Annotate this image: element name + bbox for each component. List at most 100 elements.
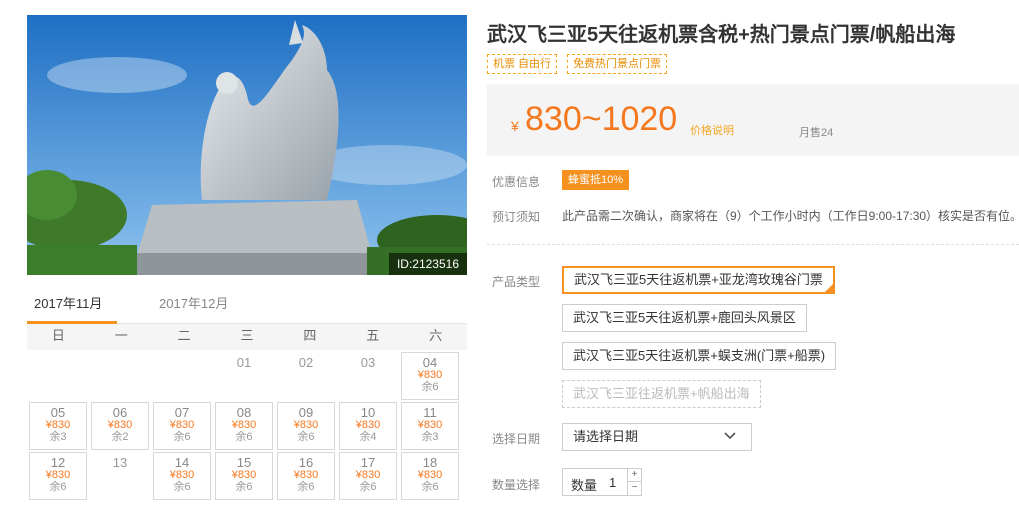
calendar-day-price: ¥830 bbox=[169, 419, 195, 431]
calendar-day-number: 17 bbox=[360, 455, 376, 470]
calendar-day-stock: 余4 bbox=[359, 431, 377, 443]
product-type-label: 产品类型 bbox=[492, 275, 541, 289]
quantity-stepper: 数量 1 + − bbox=[562, 468, 642, 496]
calendar-day-price: ¥830 bbox=[355, 419, 381, 431]
quantity-label: 数量选择 bbox=[492, 478, 541, 492]
calendar-day-price: ¥830 bbox=[293, 419, 319, 431]
calendar-day-price: ¥830 bbox=[169, 469, 195, 481]
monthly-sales: 月售24 bbox=[799, 127, 834, 139]
calendar-day-04[interactable]: 04 ¥830 余6 bbox=[401, 352, 459, 400]
calendar-day-number: 04 bbox=[422, 355, 438, 370]
calendar-day-stock: 余6 bbox=[49, 481, 67, 493]
calendar-day-number: 13 bbox=[112, 455, 128, 470]
calendar-day-number: 11 bbox=[423, 405, 437, 420]
date-select-placeholder: 请选择日期 bbox=[573, 429, 639, 444]
calendar-day-number: 06 bbox=[112, 405, 128, 420]
promo-badge: 蜂蜜抵10% bbox=[562, 170, 630, 190]
weekday-fri: 五 bbox=[366, 328, 380, 343]
weekday-sat: 六 bbox=[429, 328, 443, 343]
calendar-day-number: 14 bbox=[174, 455, 190, 470]
calendar-day-price: ¥830 bbox=[355, 469, 381, 481]
calendar-day-empty bbox=[89, 352, 151, 400]
calendar-week-row: 01 02 03 04 ¥830 余6 bbox=[27, 352, 467, 402]
calendar-day-06[interactable]: 06 ¥830 余2 bbox=[91, 402, 149, 450]
calendar-day-price: ¥830 bbox=[293, 469, 319, 481]
product-option-luhuitou[interactable]: 武汉飞三亚5天往返机票+鹿回头风景区 bbox=[562, 304, 807, 332]
booking-notice-label: 预订须知 bbox=[492, 210, 541, 224]
date-select[interactable]: 请选择日期 bbox=[562, 423, 752, 451]
date-label: 选择日期 bbox=[492, 432, 541, 446]
product-tags: 机票 自由行 免费热门景点门票 bbox=[487, 54, 677, 74]
statue-image bbox=[27, 15, 467, 275]
calendar-day-17[interactable]: 17 ¥830 余6 bbox=[339, 452, 397, 500]
calendar-day-stock: 余6 bbox=[297, 431, 315, 443]
tag-free-tickets: 免费热门景点门票 bbox=[567, 54, 668, 74]
weekday-sun: 日 bbox=[51, 328, 65, 343]
calendar-day-number: 05 bbox=[50, 405, 66, 420]
calendar-day-12[interactable]: 12 ¥830 余6 bbox=[29, 452, 87, 500]
chevron-down-icon bbox=[724, 432, 736, 440]
calendar-day-number: 01 bbox=[236, 355, 252, 370]
calendar-day-stock: 余2 bbox=[111, 431, 129, 443]
weekday-tue: 二 bbox=[177, 328, 191, 343]
price-range: 830~1020 bbox=[525, 100, 678, 138]
calendar-day-01: 01 bbox=[213, 352, 275, 400]
calendar-week-row: 12 ¥830 余6 13 14 ¥830 余6 15 ¥830 余6 16 ¥830 余6 17 ¥830… bbox=[27, 452, 467, 502]
calendar-day-number: 15 bbox=[236, 455, 252, 470]
calendar-day-07[interactable]: 07 ¥830 余6 bbox=[153, 402, 211, 450]
calendar-day-price: ¥830 bbox=[231, 469, 257, 481]
booking-notice-text: 此产品需二次确认，商家将在（9）个工作小时内（工作日9:00-17:30）核实是… bbox=[562, 209, 1019, 223]
price-currency: ¥ bbox=[511, 118, 519, 134]
image-id-label: ID:2123516 bbox=[388, 253, 467, 275]
calendar-day-05[interactable]: 05 ¥830 余3 bbox=[29, 402, 87, 450]
calendar-day-number: 12 bbox=[50, 455, 66, 470]
product-option-wuzhizhou[interactable]: 武汉飞三亚5天往返机票+蜈支洲(门票+船票) bbox=[562, 342, 837, 370]
calendar-month-tabs: 2017年11月 2017年12月 bbox=[27, 292, 467, 324]
tab-month-november[interactable]: 2017年11月 bbox=[27, 292, 117, 324]
calendar-day-empty bbox=[27, 352, 89, 400]
calendar-day-11[interactable]: 11 ¥830 余3 bbox=[401, 402, 459, 450]
price-panel: ¥ 830~1020 价格说明 月售24 bbox=[487, 84, 1019, 156]
calendar-grid: 01 02 03 04 ¥830 余6 05 ¥830 余3 06 ¥830 余2 07 ¥830 余6 08… bbox=[27, 352, 467, 502]
tab-month-december[interactable]: 2017年12月 bbox=[159, 292, 228, 324]
calendar-day-13: 13 bbox=[89, 452, 151, 500]
calendar-day-number: 09 bbox=[298, 405, 314, 420]
calendar-day-10[interactable]: 10 ¥830 余4 bbox=[339, 402, 397, 450]
calendar-day-number: 18 bbox=[422, 455, 438, 470]
calendar-day-09[interactable]: 09 ¥830 余6 bbox=[277, 402, 335, 450]
weekday-thu: 四 bbox=[303, 328, 317, 343]
weekday-wed: 三 bbox=[240, 328, 254, 343]
tag-flight-free-travel: 机票 自由行 bbox=[487, 54, 558, 74]
calendar-day-stock: 余6 bbox=[173, 481, 191, 493]
calendar-day-number: 02 bbox=[298, 355, 314, 370]
calendar-day-08[interactable]: 08 ¥830 余6 bbox=[215, 402, 273, 450]
calendar-day-stock: 余3 bbox=[421, 431, 439, 443]
product-photo[interactable]: ID:2123516 bbox=[27, 15, 467, 275]
calendar-day-18[interactable]: 18 ¥830 余6 bbox=[401, 452, 459, 500]
calendar-day-16[interactable]: 16 ¥830 余6 bbox=[277, 452, 335, 500]
quantity-minus-button[interactable]: − bbox=[627, 482, 641, 495]
calendar-week-row: 05 ¥830 余3 06 ¥830 余2 07 ¥830 余6 08 ¥830 余6 09 ¥830 余6… bbox=[27, 402, 467, 452]
quantity-plus-button[interactable]: + bbox=[627, 469, 641, 482]
section-divider bbox=[487, 244, 1019, 245]
calendar-day-14[interactable]: 14 ¥830 余6 bbox=[153, 452, 211, 500]
quantity-input[interactable]: 1 bbox=[609, 475, 616, 490]
quantity-inner-label: 数量 bbox=[571, 478, 598, 493]
weekday-mon: 一 bbox=[114, 328, 128, 343]
calendar-day-stock: 余6 bbox=[235, 481, 253, 493]
product-option-rose-valley[interactable]: 武汉飞三亚5天往返机票+亚龙湾玫瑰谷门票 bbox=[562, 266, 835, 294]
price-explanation-link[interactable]: 价格说明 bbox=[690, 122, 734, 138]
calendar-weekday-header: 日 一 二 三 四 五 六 bbox=[27, 324, 467, 350]
calendar-day-stock: 余6 bbox=[173, 431, 191, 443]
promo-label: 优惠信息 bbox=[492, 175, 541, 189]
calendar-day-stock: 余6 bbox=[421, 481, 439, 493]
calendar-day-15[interactable]: 15 ¥830 余6 bbox=[215, 452, 273, 500]
calendar-day-stock: 余6 bbox=[235, 431, 253, 443]
product-option-sailing[interactable]: 武汉飞三亚往返机票+帆船出海 bbox=[562, 380, 761, 408]
calendar-day-price: ¥830 bbox=[417, 469, 443, 481]
calendar-day-02: 02 bbox=[275, 352, 337, 400]
calendar-day-03: 03 bbox=[337, 352, 399, 400]
calendar-day-price: ¥830 bbox=[45, 469, 71, 481]
calendar-day-price: ¥830 bbox=[107, 419, 133, 431]
calendar-day-stock: 余6 bbox=[359, 481, 377, 493]
